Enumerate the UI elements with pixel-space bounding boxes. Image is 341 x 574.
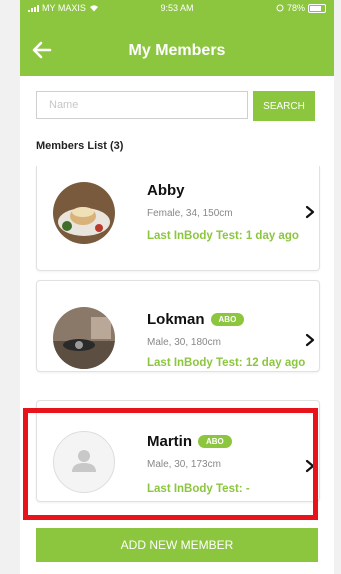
search-input[interactable] bbox=[36, 91, 248, 119]
member-last-test: Last InBody Test: 1 day ago bbox=[147, 230, 299, 242]
search-button[interactable]: SEARCH bbox=[253, 91, 315, 121]
avatar bbox=[53, 182, 115, 244]
alarm-icon bbox=[276, 4, 284, 12]
member-name: Abby bbox=[147, 182, 185, 199]
chevron-right-icon bbox=[305, 459, 315, 473]
member-info: Male, 30, 173cm bbox=[147, 459, 221, 470]
member-card-martin[interactable]: Martin ABO Male, 30, 173cm Last InBody T… bbox=[36, 400, 320, 502]
page-title: My Members bbox=[128, 42, 226, 59]
member-info: Female, 34, 150cm bbox=[147, 208, 233, 219]
member-last-test: Last InBody Test: 12 day ago bbox=[147, 357, 306, 369]
header-bar: MY MAXIS 9:53 AM 78% My Members bbox=[20, 0, 334, 76]
member-name: Martin ABO bbox=[147, 433, 232, 450]
chevron-right-icon bbox=[305, 333, 315, 347]
battery-percent: 78% bbox=[286, 3, 305, 13]
add-new-member-button[interactable]: ADD NEW MEMBER bbox=[36, 528, 318, 562]
avatar bbox=[53, 307, 115, 369]
member-name: Lokman ABO bbox=[147, 311, 245, 328]
member-info: Male, 30, 180cm bbox=[147, 337, 221, 348]
default-person-icon bbox=[53, 431, 115, 493]
member-badge: ABO bbox=[198, 435, 232, 448]
app-frame: MY MAXIS 9:53 AM 78% My Members SEARCH M… bbox=[20, 0, 334, 574]
chevron-right-icon bbox=[305, 205, 315, 219]
members-list-title: Members List (3) bbox=[36, 140, 124, 152]
battery-indicator: 78% bbox=[276, 3, 326, 13]
status-bar: MY MAXIS 9:53 AM 78% bbox=[20, 0, 334, 16]
member-card-lokman[interactable]: Lokman ABO Male, 30, 180cm Last InBody T… bbox=[36, 280, 320, 372]
member-badge: ABO bbox=[210, 313, 245, 326]
battery-icon bbox=[308, 3, 326, 13]
member-last-test: Last InBody Test: - bbox=[147, 483, 250, 495]
member-card-abby[interactable]: Abby Female, 34, 150cm Last InBody Test:… bbox=[36, 166, 320, 271]
